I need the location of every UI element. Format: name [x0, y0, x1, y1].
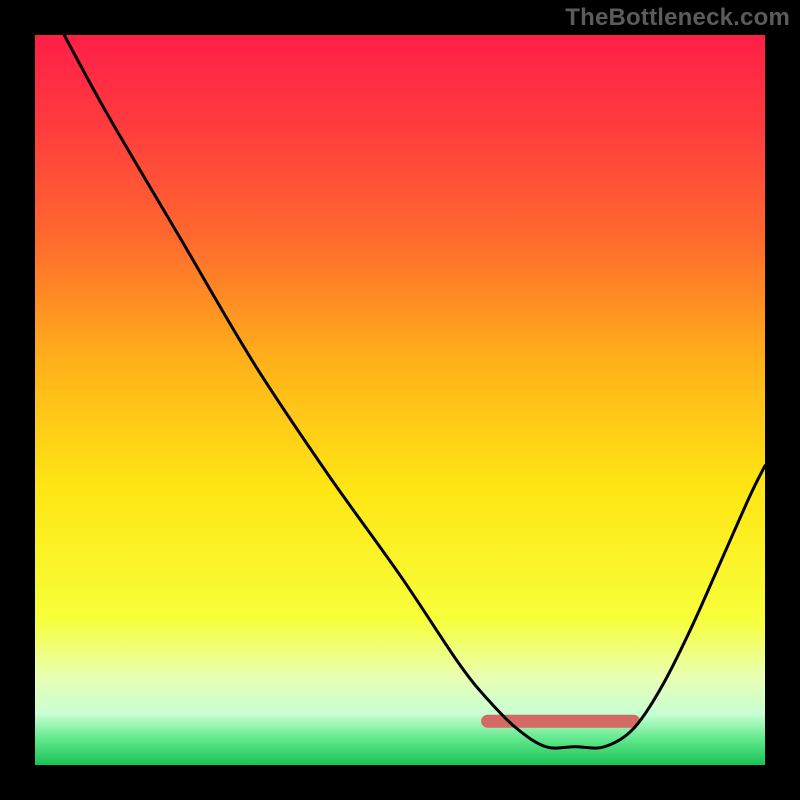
- chart-frame: TheBottleneck.com: [0, 0, 800, 800]
- bottleneck-chart: [0, 0, 800, 800]
- plot-background: [35, 35, 765, 765]
- watermark-text: TheBottleneck.com: [565, 4, 790, 32]
